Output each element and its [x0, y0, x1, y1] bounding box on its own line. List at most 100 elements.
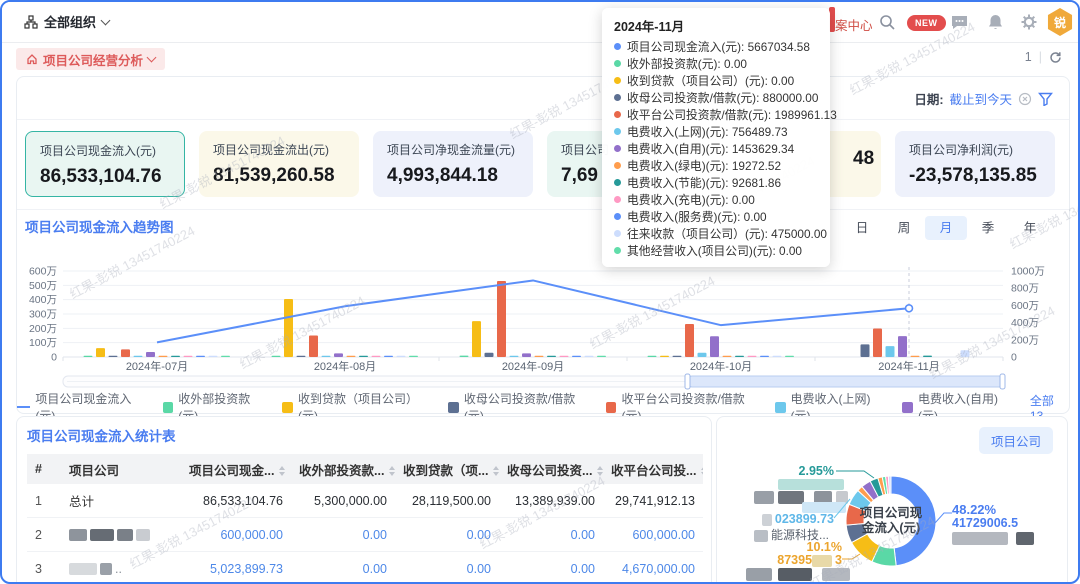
stat-table-title: 项目公司现金流入统计表	[27, 429, 176, 444]
label-connector	[836, 471, 874, 478]
datazoom-handle-right[interactable]	[1000, 374, 1005, 389]
datazoom-window[interactable]	[688, 376, 1003, 387]
redacted-name	[1016, 532, 1034, 545]
sort-icon[interactable]	[701, 466, 703, 476]
column-header[interactable]: 收母公司投资...	[499, 454, 603, 484]
redacted-name	[778, 491, 804, 504]
column-header[interactable]: 收平台公司投...	[603, 454, 703, 484]
kpi-label: 项目公司净现金流量(元)	[387, 141, 519, 158]
legend-square-marker	[448, 402, 459, 413]
svg-text:2024年-07月: 2024年-07月	[126, 359, 188, 373]
chevron-down-icon	[147, 53, 157, 63]
donut-chart[interactable]	[816, 447, 976, 584]
legend-square-marker	[282, 402, 293, 413]
period-tab-月[interactable]: 月	[925, 216, 967, 240]
tooltip-item: 电费收入(绿电)(元): 19272.52	[614, 157, 818, 174]
gear-icon[interactable]	[1020, 13, 1038, 31]
datazoom-handle-left[interactable]	[685, 374, 690, 389]
svg-text:2024年-09月: 2024年-09月	[502, 359, 564, 373]
chevron-down-icon	[101, 15, 111, 25]
kpi-card[interactable]: 项目公司现金流入(元) 86,533,104.76	[25, 131, 185, 197]
menu-item-doc-center[interactable]: 案中心	[835, 15, 873, 34]
kpi-card[interactable]: 项目公司现金流出(元) 81,539,260.58	[199, 131, 359, 197]
line-series[interactable]	[157, 280, 909, 342]
org-tree-icon	[24, 15, 38, 29]
home-icon	[26, 53, 38, 65]
donut-slice[interactable]	[888, 476, 891, 494]
kpi-value: 86,533,104.76	[40, 166, 170, 188]
series-dot	[614, 43, 621, 50]
date-filter-value[interactable]: 截止到今天	[949, 89, 1012, 108]
kpi-value: 81,539,260.58	[213, 165, 345, 187]
period-tab-年[interactable]: 年	[1009, 216, 1051, 240]
svg-text:800万: 800万	[1011, 283, 1039, 295]
new-badge[interactable]: NEW	[907, 15, 946, 31]
bell-icon[interactable]	[987, 13, 1004, 31]
search-icon[interactable]	[879, 14, 896, 31]
period-tab-日[interactable]: 日	[841, 216, 883, 240]
series-dot	[614, 230, 621, 237]
svg-text:400万: 400万	[29, 294, 57, 306]
kpi-card[interactable]: 项目公司净现金流量(元)4,993,844.18	[373, 131, 533, 197]
svg-text:100万: 100万	[29, 337, 57, 349]
redacted-name	[778, 568, 812, 581]
table-row[interactable]: 1总计86,533,104.765,300,000.0028,119,500.0…	[27, 484, 703, 518]
sort-icon[interactable]	[279, 466, 285, 476]
stat-table-panel: 项目公司现金流入统计表 #项目公司项目公司现金...收外部投资款...收到贷款（…	[16, 416, 712, 584]
column-header[interactable]: 收外部投资款...	[291, 454, 395, 484]
table-row[interactable]: 2600,000.000.000.000.00600,000.00	[27, 518, 703, 552]
divider	[17, 119, 1069, 120]
sort-icon[interactable]	[389, 466, 395, 476]
stat-table: #项目公司项目公司现金...收外部投资款...收到贷款（项...收母公司投资..…	[27, 454, 703, 584]
series-dot	[614, 128, 621, 135]
tab-analysis[interactable]: 项目公司经营分析	[16, 48, 165, 70]
avatar[interactable]: 锐	[1046, 8, 1074, 36]
top-bar: 全部组织 案中心 NEW 锐	[2, 2, 1078, 43]
svg-text:600万: 600万	[1011, 300, 1039, 312]
column-header[interactable]: 项目公司现金...	[181, 454, 291, 484]
tooltip-item: 电费收入(服务费)(元): 0.00	[614, 208, 818, 225]
series-dot	[614, 196, 621, 203]
table-row[interactable]: 3..5,023,899.730.000.000.004,670,000.00	[27, 552, 703, 584]
refresh-icon[interactable]	[1049, 51, 1062, 64]
org-selector[interactable]: 全部组织	[24, 12, 109, 31]
series-dot	[614, 179, 621, 186]
sort-icon[interactable]	[597, 466, 603, 476]
kpi-label: 项目公司现金流出(元)	[213, 141, 345, 158]
tooltip-item: 收外部投资款(元): 0.00	[614, 55, 818, 72]
clear-filter-icon[interactable]	[1018, 92, 1032, 106]
analysis-panel: 日期: 截止到今天 项目公司现金流入(元)86,533,104.76项目公司现金…	[16, 76, 1070, 414]
bar-series[interactable]	[146, 336, 907, 357]
kpi-label: 项目公司净利润(元)	[909, 141, 1041, 158]
kpi-label: 项目公司现金流入(元)	[40, 142, 170, 159]
svg-text:2024年-10月: 2024年-10月	[690, 359, 752, 373]
trend-chart[interactable]: 600万500万400万300万200万100万01000万800万600万40…	[25, 249, 1047, 399]
hover-point[interactable]	[906, 305, 913, 312]
column-header: #	[27, 454, 61, 484]
svg-text:2024年-08月: 2024年-08月	[314, 359, 376, 373]
sort-icon[interactable]	[493, 466, 499, 476]
tab-label: 项目公司经营分析	[43, 50, 143, 69]
svg-text:2024年-11月: 2024年-11月	[878, 359, 940, 373]
trend-chart-title: 项目公司现金流入趋势图	[25, 220, 174, 235]
tooltip-item: 收平台公司投资款/借款(元): 1989961.13	[614, 106, 818, 123]
filter-funnel-icon[interactable]	[1038, 92, 1053, 106]
series-dot	[614, 247, 621, 254]
bar-series[interactable]	[109, 344, 870, 357]
tooltip-item: 项目公司现金流入(元): 5667034.58	[614, 38, 818, 55]
period-tab-周[interactable]: 周	[883, 216, 925, 240]
bar-series[interactable]	[121, 281, 882, 357]
bar-series[interactable]	[134, 346, 895, 357]
donut-slice[interactable]	[891, 476, 936, 566]
chart-tooltip: 2024年-11月 项目公司现金流入(元): 5667034.58收外部投资款(…	[602, 8, 830, 267]
svg-text:1000万: 1000万	[1011, 266, 1045, 278]
project-filter-button[interactable]: 项目公司	[979, 427, 1053, 454]
page-indicator: 1	[1025, 50, 1032, 64]
period-tab-季[interactable]: 季	[967, 216, 1009, 240]
app-window: 全部组织 案中心 NEW 锐 项目	[0, 0, 1080, 584]
svg-text:500万: 500万	[29, 280, 57, 292]
column-header[interactable]: 收到贷款（项...	[395, 454, 499, 484]
kpi-card[interactable]: 项目公司净利润(元)-23,578,135.85	[895, 131, 1055, 197]
chat-icon[interactable]	[950, 14, 969, 31]
tooltip-item: 往来收款（项目公司）(元): 475000.00	[614, 225, 818, 242]
